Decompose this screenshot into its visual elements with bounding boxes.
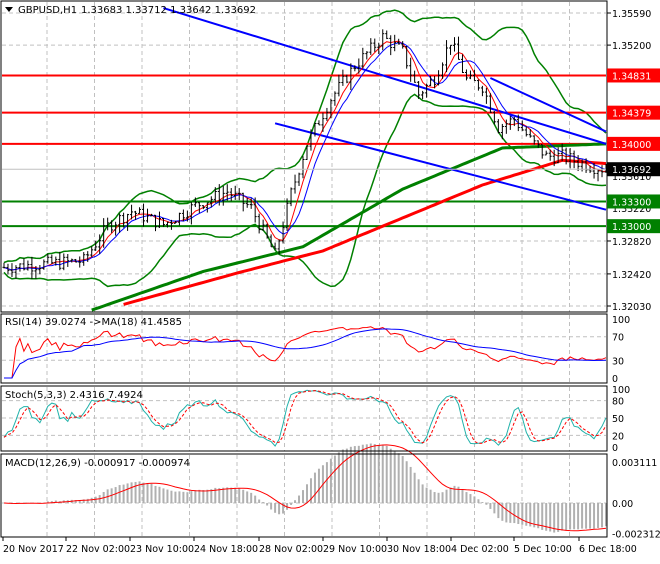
time-axis-label: 29 Nov 10:00 bbox=[323, 544, 387, 555]
ohlc-values: 1.33683 1.33712 1.33642 1.33692 bbox=[81, 5, 256, 16]
time-axis-label: 5 Dec 10:00 bbox=[514, 544, 572, 555]
trading-chart-window: 1.35590 1.35200 1.32820 1.32420 1.32030 1.336… bbox=[0, 0, 660, 560]
stoch-title: Stoch(5,3,3) 2.4316 7.4924 bbox=[5, 390, 143, 401]
level-price-label: 1.34000 bbox=[612, 140, 651, 151]
rsi-tick-label: 100 bbox=[612, 315, 630, 326]
macd-title: MACD(12,26,9) -0.000917 -0.000974 bbox=[5, 458, 190, 469]
price-tick-label: 1.35200 bbox=[612, 41, 651, 52]
time-axis-label: 30 Nov 18:00 bbox=[387, 544, 451, 555]
stoch-tick-label: 50 bbox=[612, 414, 624, 425]
rsi-tick-label: 70 bbox=[612, 333, 624, 344]
macd-tick-label: 0.00 bbox=[612, 499, 633, 510]
chart-header: GBPUSD,H1 1.33683 1.33712 1.33642 1.3369… bbox=[5, 5, 256, 16]
rsi-tick-label: 0 bbox=[612, 374, 618, 385]
stoch-tick-label: 100 bbox=[612, 385, 630, 396]
price-tick-label: 1.35590 bbox=[612, 9, 651, 20]
symbol-timeframe: GBPUSD,H1 bbox=[18, 5, 77, 16]
time-axis-label: 20 Nov 2017 bbox=[3, 544, 64, 555]
stoch-tick-label: 20 bbox=[612, 431, 624, 442]
price-tick-label: 1.32820 bbox=[612, 237, 651, 248]
price-tick-label: 1.32420 bbox=[612, 270, 651, 281]
time-axis-label: 24 Nov 18:00 bbox=[194, 544, 258, 555]
price-tick-label: 1.32030 bbox=[612, 302, 651, 313]
chart-canvas[interactable]: 1.35590 1.35200 1.32820 1.32420 1.32030 1.336… bbox=[0, 0, 660, 560]
time-axis-label: 28 Nov 02:00 bbox=[259, 544, 323, 555]
time-axis-label: 6 Dec 18:00 bbox=[579, 544, 637, 555]
time-axis-label: 4 Dec 02:00 bbox=[451, 544, 509, 555]
rsi-tick-label: 30 bbox=[612, 356, 624, 367]
level-price-label: 1.33000 bbox=[612, 222, 651, 233]
level-price-label: 1.34831 bbox=[612, 71, 651, 82]
time-axis-label: 23 Nov 10:00 bbox=[130, 544, 194, 555]
rsi-title: RSI(14) 39.0274 ->MA(18) 41.4585 bbox=[5, 317, 182, 328]
macd-tick-label: 0.003111 bbox=[612, 458, 657, 469]
time-axis-label: 22 Nov 02:00 bbox=[66, 544, 130, 555]
current-price-label: 1.33692 bbox=[612, 165, 651, 176]
stoch-tick-label: 0 bbox=[612, 443, 618, 454]
level-price-label: 1.34379 bbox=[612, 109, 651, 120]
level-price-label: 1.33300 bbox=[612, 197, 651, 208]
macd-tick-label: -0.002312 bbox=[612, 529, 660, 540]
stoch-tick-label: 80 bbox=[612, 397, 624, 408]
